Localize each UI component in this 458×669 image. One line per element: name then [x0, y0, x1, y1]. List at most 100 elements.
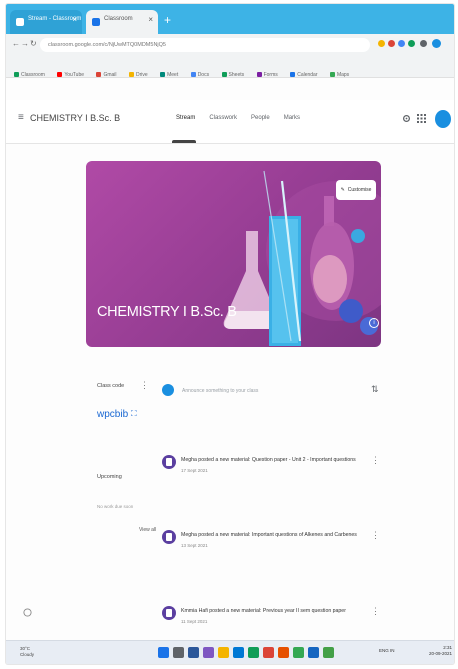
bookmark-favicon-icon	[14, 72, 19, 77]
bookmark-favicon-icon	[57, 72, 63, 77]
bookmark-item[interactable]: YouTube	[57, 72, 84, 77]
weather-widget[interactable]: 30°C Cloudy	[20, 646, 34, 658]
file-explorer-icon[interactable]	[218, 647, 229, 658]
announce-placeholder: Announce something to your class	[182, 388, 259, 394]
browser-toolbar: ← → ↻ classroom.google.com/c/NjUwMTQ0MDM…	[6, 34, 454, 56]
settings-icon[interactable]	[402, 114, 411, 125]
search-icon[interactable]	[173, 647, 184, 658]
info-icon[interactable]: i	[369, 318, 379, 328]
weather-desc: Cloudy	[20, 652, 35, 657]
class-nav-tabs: Stream Classwork People Marks	[176, 115, 300, 121]
bookmark-item[interactable]: Calendar	[290, 72, 318, 77]
extension-icon[interactable]	[378, 40, 385, 47]
bookmark-favicon-icon	[256, 72, 262, 77]
forward-icon[interactable]: →	[21, 39, 29, 48]
excel-icon[interactable]	[323, 647, 334, 658]
class-code-label: Class code	[97, 383, 125, 389]
class-banner: ✎ Customise CHEMISTRY I B.Sc. B i	[86, 161, 381, 347]
post-date: 13 Sept 2021	[181, 543, 208, 548]
class-code-value: wpcbib	[97, 409, 129, 420]
post-text: Kmmia Hafi posted a new material: Previo…	[181, 608, 346, 614]
class-name[interactable]: CHEMISTRY I B.Sc. B	[30, 113, 120, 123]
store-icon[interactable]	[248, 647, 259, 658]
close-tab-icon[interactable]: ×	[148, 15, 153, 24]
close-tab-icon[interactable]: ×	[72, 15, 77, 24]
active-tab-indicator	[172, 140, 196, 143]
app-icon[interactable]	[278, 647, 289, 658]
bookmark-item[interactable]: Drive	[128, 72, 148, 77]
fullscreen-icon[interactable]: ⛶	[131, 409, 137, 419]
material-icon	[162, 606, 176, 620]
bookmark-favicon-icon	[221, 72, 227, 77]
edge-icon[interactable]	[233, 647, 244, 658]
bookmark-favicon-icon	[96, 72, 102, 77]
post-text: Megha posted a new material: Question pa…	[181, 457, 356, 463]
help-icon[interactable]	[23, 608, 32, 619]
office-icon[interactable]	[263, 647, 274, 658]
material-icon	[162, 530, 176, 544]
banner-title: CHEMISTRY I B.Sc. B	[97, 304, 237, 320]
classroom-favicon-icon	[16, 18, 24, 26]
teams-icon[interactable]	[203, 647, 214, 658]
tab-marks[interactable]: Marks	[284, 115, 300, 121]
bookmarks-bar: Classroom YouTube Gmail Drive Meet Docs …	[6, 56, 454, 78]
browser-tab-classroom[interactable]: Classroom ×	[86, 10, 158, 34]
bookmark-item[interactable]: Forms	[256, 72, 278, 77]
post-more-icon[interactable]: ⋮	[371, 530, 380, 541]
clock[interactable]: 2:31 20-09-2021	[429, 645, 452, 657]
bookmark-item[interactable]: Classroom	[14, 72, 45, 77]
bookmark-item[interactable]: Gmail	[96, 72, 117, 77]
browser-tab-stream[interactable]: Stream - Classroom ×	[10, 10, 82, 34]
class-code-more-icon[interactable]: ⋮	[140, 381, 149, 390]
bookmark-item[interactable]: Meet	[160, 72, 178, 77]
new-tab-button[interactable]: +	[164, 13, 171, 27]
bookmark-favicon-icon	[190, 72, 196, 77]
edit-pencil-icon: ✎	[340, 187, 345, 193]
word-icon[interactable]	[308, 647, 319, 658]
browser-tab-strip: Stream - Classroom × Classroom × +	[6, 4, 454, 34]
task-view-icon[interactable]	[188, 647, 199, 658]
apps-grid-icon[interactable]	[417, 114, 426, 125]
bookmark-item[interactable]: Docs	[190, 72, 209, 77]
reuse-post-icon[interactable]: ⇅	[371, 384, 379, 395]
bookmark-favicon-icon	[290, 72, 296, 77]
clock-date: 20-09-2021	[429, 651, 453, 656]
windows-taskbar: 30°C Cloudy ENG IN 2:31 20-09-2021	[6, 640, 454, 664]
upcoming-label: Upcoming	[97, 474, 122, 480]
address-bar[interactable]: classroom.google.com/c/NjUwMTQ0MDM5NjQ5	[40, 38, 370, 52]
screenshot-frame: Stream - Classroom × Classroom × + ← → ↻…	[6, 4, 454, 664]
post-more-icon[interactable]: ⋮	[371, 455, 380, 466]
main-menu-icon[interactable]: ≡	[18, 112, 24, 123]
extension-icon[interactable]	[388, 40, 395, 47]
extensions-puzzle-icon[interactable]	[420, 40, 427, 47]
bookmark-favicon-icon	[329, 72, 335, 77]
system-tray[interactable]: ENG IN	[379, 648, 395, 653]
stream-post[interactable]: Megha posted a new material: Important q…	[162, 530, 392, 570]
reload-icon[interactable]: ↻	[30, 39, 37, 48]
tab-stream[interactable]: Stream	[176, 115, 195, 121]
back-icon[interactable]: ←	[12, 39, 20, 48]
bookmark-item[interactable]: Sheets	[221, 72, 244, 77]
tab-people[interactable]: People	[251, 115, 270, 121]
account-avatar[interactable]	[435, 110, 451, 128]
customize-button[interactable]: ✎ Customise	[336, 180, 376, 200]
bookmark-item[interactable]: Maps	[329, 72, 349, 77]
taskbar-apps	[158, 647, 334, 658]
chrome-icon[interactable]	[293, 647, 304, 658]
start-icon[interactable]	[158, 647, 169, 658]
view-all-link[interactable]: View all	[139, 527, 156, 533]
extension-icon[interactable]	[408, 40, 415, 47]
tab-classwork[interactable]: Classwork	[209, 115, 237, 121]
stream-post[interactable]: Megha posted a new material: Question pa…	[162, 455, 392, 495]
post-date: 17 Sept 2021	[181, 468, 208, 473]
bookmark-favicon-icon	[160, 72, 166, 77]
post-more-icon[interactable]: ⋮	[371, 606, 380, 617]
profile-avatar-icon[interactable]	[432, 39, 441, 48]
no-work-text: No work due soon	[97, 504, 134, 509]
announce-box[interactable]: Announce something to your class	[162, 382, 382, 404]
material-icon	[162, 455, 176, 469]
browser-tab-label: Classroom	[104, 16, 133, 22]
extension-icon[interactable]	[398, 40, 405, 47]
classroom-header: ≡ CHEMISTRY I B.Sc. B Stream Classwork P…	[6, 100, 454, 144]
classroom-favicon-icon	[92, 18, 100, 26]
